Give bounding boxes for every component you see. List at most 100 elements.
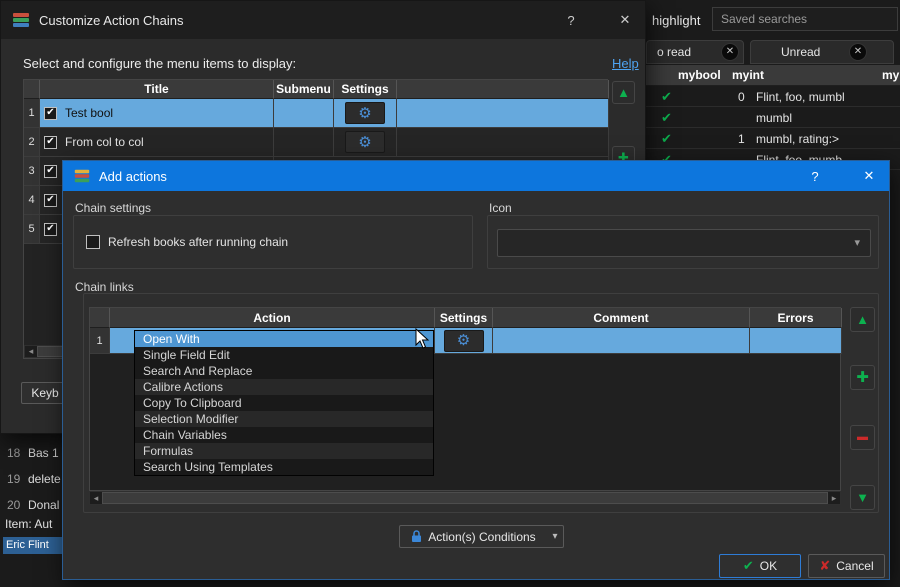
settings-gear-button[interactable]: ⚙: [443, 329, 484, 352]
gear-icon: ⚙: [358, 104, 372, 122]
settings-gear-button[interactable]: ⚙: [345, 131, 385, 153]
row-number: 4: [28, 194, 35, 206]
tab-close-button[interactable]: ✕: [849, 43, 867, 61]
remove-link-button[interactable]: ▬: [850, 425, 875, 450]
settings-column-header[interactable]: Settings: [334, 80, 397, 99]
row-header[interactable]: 5: [24, 215, 40, 244]
dropdown-item-formulas[interactable]: Formulas: [135, 443, 433, 459]
book-list-row[interactable]: 19 delete: [0, 467, 62, 493]
ok-button[interactable]: ✔ OK: [719, 554, 801, 578]
dropdown-item-open-with[interactable]: Open With: [135, 331, 433, 347]
column-header-mybool[interactable]: mybool: [678, 68, 721, 82]
cancel-button[interactable]: ✘ Cancel: [808, 554, 885, 578]
cancel-x-icon: ✘: [819, 558, 831, 573]
scroll-left-icon[interactable]: ◂: [90, 493, 102, 504]
move-up-button[interactable]: ▲: [612, 81, 635, 104]
book-row[interactable]: ✔ 0 Flint, foo, mumbl: [646, 86, 900, 107]
tab-close-button[interactable]: ✕: [721, 43, 739, 61]
vl-tab-unread[interactable]: Unread ✕: [750, 40, 894, 64]
vl-tab-to-read[interactable]: o read ✕: [646, 40, 744, 64]
submenu-cell[interactable]: [274, 99, 334, 128]
row-checkbox[interactable]: ✔: [44, 106, 57, 120]
title-cell[interactable]: ✔ From col to col: [40, 128, 274, 157]
add-actions-dialog: Add actions ? ✕ Chain settings Refresh b…: [62, 160, 890, 580]
settings-cell[interactable]: ⚙: [334, 99, 397, 128]
title-text: Test bool: [65, 106, 114, 120]
refresh-books-checkbox[interactable]: Refresh books after running chain: [86, 235, 288, 249]
row-header[interactable]: 1: [90, 328, 110, 354]
plus-icon: ✚: [856, 369, 869, 386]
settings-column-header[interactable]: Settings: [435, 308, 493, 328]
errors-cell[interactable]: [750, 328, 842, 354]
row-header[interactable]: 3: [24, 157, 40, 186]
row-checkbox[interactable]: ✔: [44, 193, 57, 207]
title-cell[interactable]: ✔ Test bool: [40, 99, 274, 128]
hscrollbar[interactable]: ◂ ▸: [89, 491, 841, 505]
column-header-myint[interactable]: myint: [732, 68, 764, 82]
errors-column-header[interactable]: Errors: [750, 308, 842, 328]
conditions-dropdown-button[interactable]: ▾: [547, 525, 564, 548]
scroll-thumb[interactable]: [102, 492, 828, 504]
comment-column-header[interactable]: Comment: [493, 308, 750, 328]
row-number: 19: [7, 472, 21, 486]
row-header[interactable]: 2: [24, 128, 40, 157]
dropdown-item-search-using-templates[interactable]: Search Using Templates: [135, 459, 433, 475]
button-label: Action(s) Conditions: [428, 529, 536, 544]
dropdown-item-copy-to-clipboard[interactable]: Copy To Clipboard: [135, 395, 433, 411]
help-button[interactable]: ?: [805, 169, 825, 184]
title-column-header[interactable]: Title: [40, 80, 274, 99]
close-button[interactable]: ✕: [615, 12, 635, 28]
row-header[interactable]: 4: [24, 186, 40, 215]
action-column-header[interactable]: Action: [110, 308, 435, 328]
highlight-toggle[interactable]: highlight: [652, 13, 700, 28]
scroll-right-icon[interactable]: ▸: [828, 493, 840, 504]
settings-cell[interactable]: ⚙: [334, 128, 397, 157]
help-button[interactable]: ?: [561, 13, 581, 28]
dialog-titlebar[interactable]: Add actions ? ✕: [63, 161, 889, 191]
row-checkbox[interactable]: ✔: [44, 135, 57, 149]
screen: highlight Saved searches o read ✕ Unread…: [0, 0, 900, 587]
column-header-my[interactable]: my: [882, 68, 899, 82]
row-number: 20: [7, 498, 21, 512]
icon-combobox[interactable]: ▾: [497, 229, 871, 257]
settings-cell[interactable]: ⚙: [435, 328, 493, 354]
dropdown-item-single-field-edit[interactable]: Single Field Edit: [135, 347, 433, 363]
ok-check-icon: ✔: [742, 558, 754, 573]
corner-header: [90, 308, 110, 328]
header-label: Action: [253, 310, 291, 325]
checkbox-label: Refresh books after running chain: [108, 235, 289, 249]
settings-gear-button[interactable]: ⚙: [345, 102, 385, 124]
action-conditions-button[interactable]: Action(s) Conditions: [399, 525, 548, 548]
close-button[interactable]: ✕: [859, 168, 879, 184]
dialog-title: Add actions: [99, 168, 167, 184]
dialog-titlebar[interactable]: Customize Action Chains ? ✕: [1, 1, 645, 39]
saved-searches-combobox[interactable]: Saved searches: [712, 7, 898, 31]
my-value: Flint, foo, mumbl: [756, 90, 845, 104]
book-row[interactable]: ✔ 1 mumbl, rating:>: [646, 128, 900, 149]
dropdown-item-chain-variables[interactable]: Chain Variables: [135, 427, 433, 443]
add-link-button[interactable]: ✚: [850, 365, 875, 390]
add-actions-icon: [74, 169, 90, 183]
row-checkbox[interactable]: ✔: [44, 222, 57, 236]
submenu-cell[interactable]: [274, 128, 334, 157]
dropdown-item-calibre-actions[interactable]: Calibre Actions: [135, 379, 433, 395]
book-list-row[interactable]: 20 Donal: [0, 493, 62, 519]
row-checkbox[interactable]: ✔: [44, 164, 57, 178]
dropdown-item-search-and-replace[interactable]: Search And Replace: [135, 363, 433, 379]
book-row[interactable]: ✔ mumbl: [646, 107, 900, 128]
help-link[interactable]: Help: [612, 56, 639, 71]
row-header[interactable]: 1: [24, 99, 40, 128]
move-link-up-button[interactable]: ▲: [850, 307, 875, 332]
action-chains-icon: [13, 13, 29, 27]
checkbox-box[interactable]: [86, 235, 100, 249]
book-list-row[interactable]: 18 Bas 1: [0, 441, 62, 467]
dropdown-item-selection-modifier[interactable]: Selection Modifier: [135, 411, 433, 427]
row-number: 5: [28, 223, 35, 235]
dialog-title: Customize Action Chains: [39, 12, 184, 28]
move-link-down-button[interactable]: ▼: [850, 485, 875, 510]
item-value-chip[interactable]: Eric Flint: [3, 537, 63, 554]
scroll-left-icon[interactable]: ◂: [25, 346, 37, 357]
comment-cell[interactable]: [493, 328, 750, 354]
submenu-column-header[interactable]: Submenu: [274, 80, 334, 99]
myint-value: 0: [738, 90, 745, 104]
